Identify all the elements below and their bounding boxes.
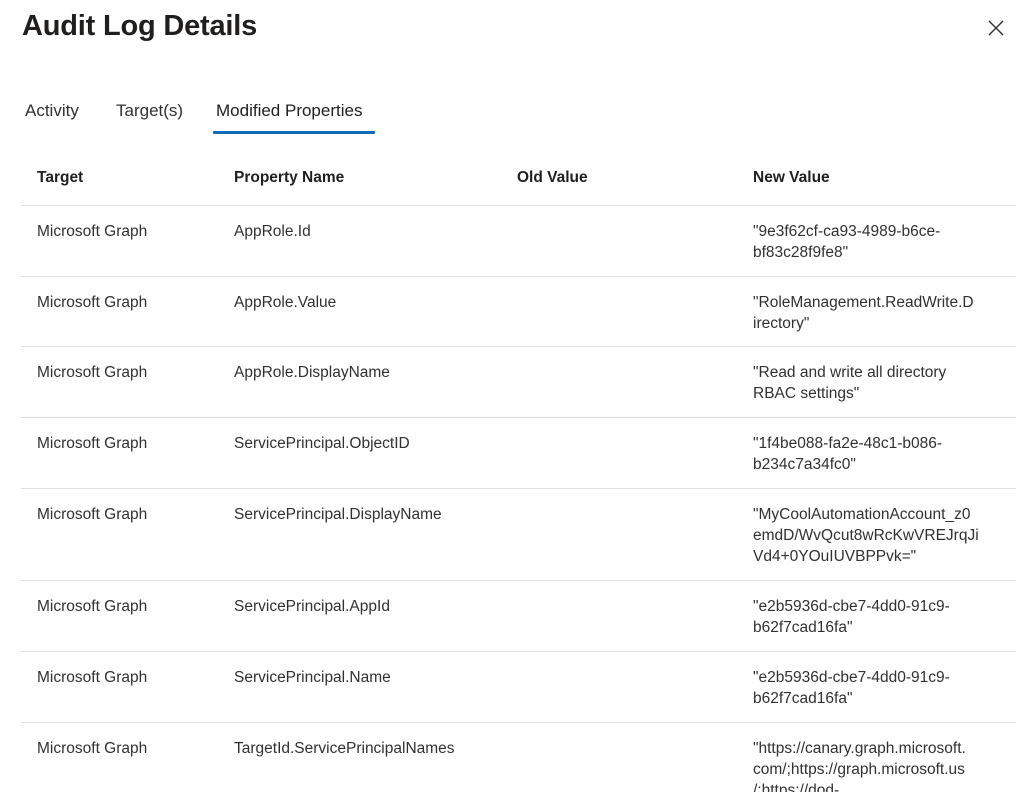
new-value-line: "9e3f62cf-ca93-4989-b6ce- [753, 223, 941, 240]
modified-properties-table: Target Property Name Old Value New Value… [21, 152, 1016, 792]
new-value-line: b62f7cad16fa" [753, 619, 853, 636]
table-row[interactable]: Microsoft Graph AppRole.Id "9e3f62cf-ca93-… [21, 206, 1016, 277]
table-row[interactable]: Microsoft Graph AppRole.Value "RoleManagem… [21, 277, 1016, 347]
new-value-line: b234c7a34fc0" [753, 456, 856, 473]
table-row[interactable]: Microsoft Graph TargetId.ServicePrincipal… [21, 723, 1016, 792]
new-value-line: emdD/WvQcut8wRcKwVREJrqJi [753, 527, 979, 544]
cell-new-value: "e2b5936d-cbe7-4dd0-91c9- b62f7cad16fa" [753, 667, 1003, 709]
new-value-line: "e2b5936d-cbe7-4dd0-91c9- [753, 598, 950, 615]
table-header: Target Property Name Old Value New Value [21, 152, 1016, 206]
new-value-line: "MyCoolAutomationAccount_z0 [753, 506, 971, 523]
new-value-line: com/;https://graph.microsoft.us [753, 761, 965, 778]
table-row[interactable]: Microsoft Graph ServicePrincipal.ObjectID… [21, 418, 1016, 489]
tab-modified-properties[interactable]: Modified Properties [216, 96, 362, 132]
cell-new-value: "e2b5936d-cbe7-4dd0-91c9- b62f7cad16fa" [753, 596, 1003, 638]
table-row[interactable]: Microsoft Graph ServicePrincipal.Name "e2b… [21, 652, 1016, 723]
cell-property-name: ServicePrincipal.AppId [234, 598, 390, 615]
cell-property-name: TargetId.ServicePrincipalNames [234, 740, 455, 757]
tab-activity[interactable]: Activity [25, 96, 79, 132]
new-value-line: bf83c28f9fe8" [753, 244, 849, 261]
new-value-line: "1f4be088-fa2e-48c1-b086- [753, 435, 943, 452]
table-row[interactable]: Microsoft Graph AppRole.DisplayName "Read … [21, 347, 1016, 418]
cell-property-name: ServicePrincipal.DisplayName [234, 506, 442, 523]
cell-target: Microsoft Graph [37, 669, 148, 686]
cell-property-name: ServicePrincipal.ObjectID [234, 435, 410, 452]
cell-new-value: "RoleManagement.ReadWrite.D irectory" [753, 292, 1003, 334]
audit-log-details-panel: Audit Log Details Activity Target(s) Mod… [0, 0, 1024, 792]
cell-target: Microsoft Graph [37, 435, 148, 452]
cell-property-name: AppRole.Value [234, 294, 337, 311]
active-tab-indicator [213, 131, 375, 134]
cell-new-value: "9e3f62cf-ca93-4989-b6ce-bf83c28f9fe8" [753, 221, 1003, 263]
cell-new-value: "Read and write all directory RBAC settin… [753, 362, 1003, 404]
new-value-line: "https://canary.graph.microsoft. [753, 740, 966, 757]
column-header-old-value[interactable]: Old Value [517, 169, 588, 187]
cell-target: Microsoft Graph [37, 364, 148, 381]
cell-target: Microsoft Graph [37, 223, 148, 240]
new-value-line: "Read and write all directory [753, 364, 947, 381]
new-value-line: "RoleManagement.ReadWrite.D [753, 294, 974, 311]
new-value-line: RBAC settings" [753, 385, 860, 402]
new-value-line: Vd4+0YOuIUVBPPvk=" [753, 548, 917, 565]
new-value-line: "e2b5936d-cbe7-4dd0-91c9- [753, 669, 950, 686]
column-header-property-name[interactable]: Property Name [234, 169, 344, 187]
cell-target: Microsoft Graph [37, 598, 148, 615]
cell-target: Microsoft Graph [37, 294, 148, 311]
panel-title: Audit Log Details [22, 10, 258, 42]
new-value-line: b62f7cad16fa" [753, 690, 853, 707]
cell-property-name: AppRole.Id [234, 223, 311, 240]
cell-new-value: "MyCoolAutomationAccount_z0 emdD/WvQcut8w… [753, 504, 1003, 567]
table-body: Microsoft Graph AppRole.Id "9e3f62cf-ca93-… [21, 206, 1016, 792]
table-row[interactable]: Microsoft Graph ServicePrincipal.DisplayN… [21, 489, 1016, 581]
tab-bar: Activity Target(s) Modified Properties [0, 96, 1024, 136]
new-value-line: /;https://dod- [753, 782, 840, 792]
close-button[interactable] [982, 14, 1010, 42]
tab-targets[interactable]: Target(s) [116, 96, 183, 132]
column-header-target[interactable]: Target [37, 169, 83, 187]
cell-new-value: "1f4be088-fa2e-48c1-b086- b234c7a34fc0" [753, 433, 1003, 475]
column-header-new-value[interactable]: New Value [753, 169, 830, 187]
cell-property-name: AppRole.DisplayName [234, 364, 390, 381]
close-icon [988, 20, 1004, 36]
cell-property-name: ServicePrincipal.Name [234, 669, 391, 686]
new-value-line: irectory" [753, 315, 810, 332]
cell-target: Microsoft Graph [37, 740, 148, 757]
cell-new-value: "https://canary.graph.microsoft. com/;htt… [753, 738, 1003, 792]
cell-target: Microsoft Graph [37, 506, 148, 523]
table-row[interactable]: Microsoft Graph ServicePrincipal.AppId "e2… [21, 581, 1016, 652]
